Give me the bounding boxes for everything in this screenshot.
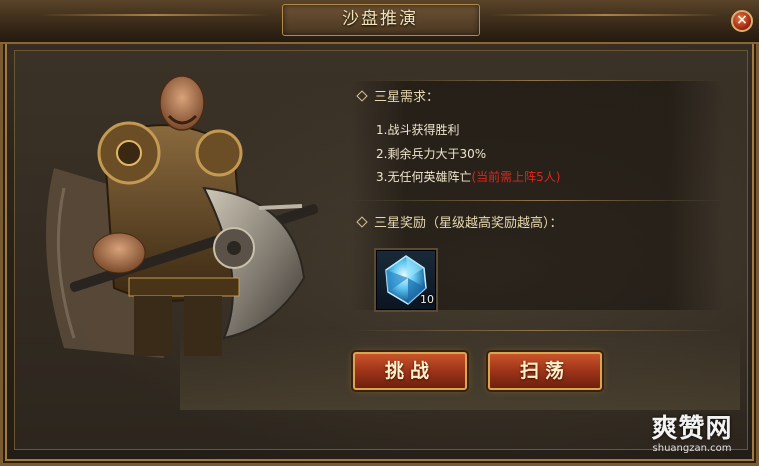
diamond-bullet-icon	[356, 89, 368, 102]
divider-bottom	[350, 330, 725, 331]
requirement-item: 1.战斗获得胜利	[376, 121, 459, 138]
site-watermark: 爽赞网 shuangzan.com	[632, 408, 752, 460]
three-star-requirements-heading: 三星需求：	[356, 86, 440, 105]
watermark-logo-text: 爽赞网	[651, 414, 733, 444]
divider-middle	[350, 200, 725, 201]
title-decoration-right	[490, 14, 720, 16]
three-star-rewards-heading: 三星奖励（星级越高奖励越高）：	[356, 212, 563, 231]
divider-top	[350, 80, 725, 81]
dialog-title: 沙盘推演	[342, 9, 418, 29]
requirement-item: 3.无任何英雄阵亡(当前需上阵5人)	[376, 168, 560, 185]
challenge-button[interactable]: 挑战	[353, 352, 467, 390]
requirement-text: 3.无任何英雄阵亡	[376, 170, 472, 184]
requirement-item: 2.剩余兵力大于30%	[376, 145, 486, 162]
sweep-button[interactable]: 扫荡	[488, 352, 602, 390]
requirement-text: 2.剩余兵力大于30%	[376, 147, 487, 161]
close-button[interactable]: ×	[731, 10, 753, 32]
hero-portrait	[46, 75, 319, 358]
watermark-url: shuangzan.com	[652, 443, 732, 454]
requirement-text: 1.战斗获得胜利	[376, 123, 460, 137]
diamond-bullet-icon	[356, 215, 368, 228]
title-decoration-left	[40, 14, 270, 16]
reward-quantity: 10	[420, 293, 434, 306]
requirement-note: (当前需上阵5人)	[471, 170, 561, 184]
rewards-heading-text: 三星奖励（星级越高奖励越高）：	[374, 216, 563, 231]
close-icon[interactable]: ×	[736, 12, 748, 28]
title-bar: 沙盘推演	[0, 0, 759, 44]
requirements-heading-text: 三星需求：	[374, 90, 440, 105]
